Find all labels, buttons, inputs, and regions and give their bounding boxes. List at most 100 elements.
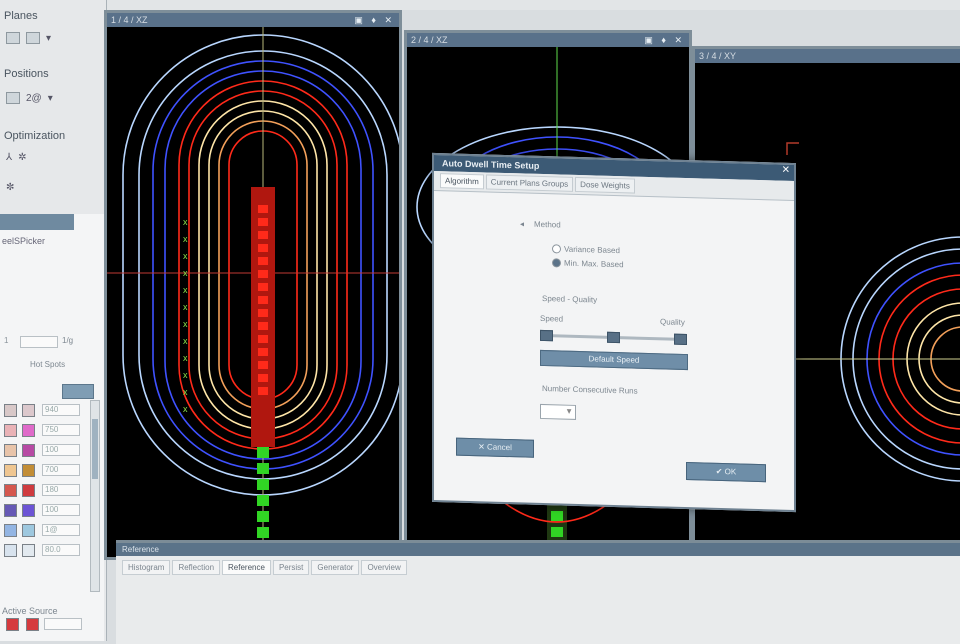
tab-reference[interactable]: Reference bbox=[222, 560, 271, 575]
inactive-dwell-position bbox=[257, 527, 269, 538]
marker-x: x bbox=[183, 370, 188, 380]
dwell-position bbox=[258, 257, 268, 265]
dwell-position bbox=[258, 374, 268, 382]
cancel-button[interactable]: ✕ Cancel bbox=[456, 437, 534, 458]
isodose-swatch[interactable] bbox=[4, 484, 17, 497]
plane-rotate-icon[interactable] bbox=[26, 32, 40, 44]
chevron-down-icon[interactable]: ▾ bbox=[48, 93, 53, 104]
slider-max-knob[interactable] bbox=[674, 333, 687, 346]
tab-persist[interactable]: Persist bbox=[272, 560, 310, 575]
isodose-swatch[interactable] bbox=[4, 544, 17, 557]
isodose-swatch[interactable] bbox=[22, 464, 35, 477]
close-icon[interactable]: ✕ bbox=[782, 165, 790, 176]
slider-knob[interactable] bbox=[607, 331, 620, 344]
settings-icon[interactable]: ✲ bbox=[18, 152, 26, 163]
x-label: 1 bbox=[4, 336, 9, 345]
slider-min-knob[interactable] bbox=[540, 329, 553, 342]
ok-button[interactable]: ✔ OK bbox=[686, 462, 766, 483]
spinner-arrow-icon[interactable]: ▼ bbox=[565, 407, 573, 416]
dwell-position bbox=[258, 348, 268, 356]
viewport-2-controls[interactable]: ▣ ♦ ✕ bbox=[644, 33, 685, 47]
positions-title: Positions bbox=[4, 68, 49, 80]
viewport-2-title: 2 / 4 / XZ bbox=[411, 35, 448, 45]
radio-variance-label: Variance Based bbox=[564, 244, 620, 256]
radio-variance[interactable]: Variance Based bbox=[552, 244, 620, 255]
isodose-swatch[interactable] bbox=[22, 544, 35, 557]
isodose-value[interactable]: 700 bbox=[42, 464, 80, 476]
apply-button[interactable] bbox=[62, 384, 94, 399]
isodose-swatch[interactable] bbox=[22, 484, 35, 497]
reference-tabs: Histogram Reflection Reference Persist G… bbox=[116, 556, 960, 579]
marker-x: x bbox=[183, 319, 188, 329]
isodose-value[interactable]: 80.0 bbox=[42, 544, 80, 556]
isodose-swatch[interactable] bbox=[4, 404, 17, 417]
tab-dose-weights[interactable]: Dose Weights bbox=[575, 176, 635, 194]
x-field[interactable] bbox=[20, 336, 58, 348]
marker-x: x bbox=[183, 353, 188, 363]
plane-icon[interactable] bbox=[6, 32, 20, 44]
planes-toolbar: ▾ bbox=[6, 32, 51, 44]
isodose-value[interactable]: 750 bbox=[42, 424, 80, 436]
tab-overview[interactable]: Overview bbox=[361, 560, 407, 575]
zoom-value[interactable]: 2@ bbox=[26, 93, 42, 104]
radio-minmax-button[interactable] bbox=[552, 258, 561, 268]
isodose-value[interactable]: 180 bbox=[42, 484, 80, 496]
isodose-swatch[interactable] bbox=[22, 524, 35, 537]
isodose-swatch[interactable] bbox=[4, 464, 17, 477]
list-scrollbar[interactable] bbox=[90, 400, 100, 592]
isodose-swatch[interactable] bbox=[4, 504, 17, 517]
dwell-position bbox=[258, 387, 268, 395]
tab-histogram[interactable]: Histogram bbox=[122, 560, 171, 575]
isodose-value[interactable]: 1@ bbox=[42, 524, 80, 536]
isodose-value[interactable]: 940 bbox=[42, 404, 80, 416]
isodose-value[interactable]: 100 bbox=[42, 444, 80, 456]
consecutive-runs-spinner[interactable]: ▼ bbox=[540, 403, 576, 420]
picker-combo[interactable]: eelSPicker bbox=[2, 236, 45, 246]
y-label: 1/g bbox=[62, 336, 74, 345]
consecutive-runs-label: Number Consecutive Runs bbox=[542, 383, 638, 396]
tab-generator[interactable]: Generator bbox=[311, 560, 360, 575]
radio-minmax[interactable]: Min. Max. Based bbox=[552, 258, 624, 269]
collapse-arrow-icon[interactable]: ◂ bbox=[520, 219, 524, 228]
isodose-swatch[interactable] bbox=[22, 424, 35, 437]
grid-icon[interactable] bbox=[6, 92, 20, 104]
dwell-position bbox=[258, 244, 268, 252]
viewport-1-controls[interactable]: ▣ ♦ ✕ bbox=[354, 13, 395, 27]
viewport-3-title: 3 / 4 / XY bbox=[699, 51, 737, 61]
dwell-position bbox=[258, 322, 268, 330]
quality-label: Quality bbox=[660, 317, 685, 327]
isodose-swatch[interactable] bbox=[22, 504, 35, 517]
active-value[interactable] bbox=[44, 618, 82, 630]
tab-reflection[interactable]: Reflection bbox=[172, 560, 221, 575]
chevron-down-icon[interactable]: ▾ bbox=[46, 33, 51, 44]
tab-algorithm[interactable]: Algorithm bbox=[440, 173, 484, 190]
isodose-swatch[interactable] bbox=[4, 524, 17, 537]
speed-quality-label: Speed - Quality bbox=[542, 293, 598, 305]
inactive-dwell-position bbox=[257, 511, 269, 522]
active-swatch-1[interactable] bbox=[6, 618, 19, 631]
scroll-thumb[interactable] bbox=[92, 419, 98, 479]
viewport-1[interactable]: 1 / 4 / XZ ▣ ♦ ✕ xxxxxxxxxxxx bbox=[104, 10, 402, 560]
planes-title: Planes bbox=[4, 10, 38, 22]
isodose-swatch[interactable] bbox=[22, 404, 35, 417]
isodose-swatch[interactable] bbox=[4, 424, 17, 437]
dwell-position bbox=[258, 218, 268, 226]
radio-variance-button[interactable] bbox=[552, 244, 561, 254]
marker-x: x bbox=[183, 336, 188, 346]
isodose-value[interactable]: 100 bbox=[42, 504, 80, 516]
reference-panel-title: Reference bbox=[116, 543, 960, 556]
active-swatch-2[interactable] bbox=[26, 618, 39, 631]
inactive-dwell-position bbox=[257, 463, 269, 474]
default-speed-button[interactable]: Default Speed bbox=[540, 349, 688, 371]
marker-x: x bbox=[183, 217, 188, 227]
tab-current-plans-groups[interactable]: Current Plans Groups bbox=[485, 174, 574, 192]
atom-icon[interactable]: ✼ bbox=[6, 182, 14, 193]
viewport-1-header: 1 / 4 / XZ ▣ ♦ ✕ bbox=[107, 13, 399, 27]
viewport-1-canvas[interactable]: xxxxxxxxxxxx bbox=[107, 27, 399, 557]
isodose-swatch[interactable] bbox=[4, 444, 17, 457]
isodose-swatch[interactable] bbox=[22, 444, 35, 457]
inactive-dwell-position bbox=[551, 511, 563, 521]
inactive-dwell-position bbox=[257, 447, 269, 458]
speed-label: Speed bbox=[540, 313, 564, 324]
optimize-icon[interactable]: ⅄ bbox=[6, 152, 12, 163]
